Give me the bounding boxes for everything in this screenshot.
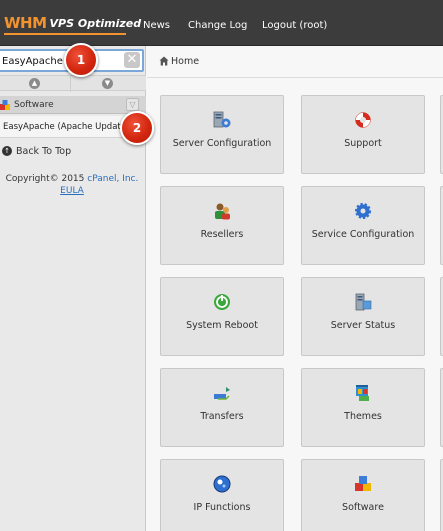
resellers-users-icon (215, 203, 230, 220)
tile-ip-functions[interactable]: IP Functions (160, 459, 284, 531)
chevron-down-icon: ▽ (129, 100, 136, 109)
nav-logout-link[interactable]: Logout (root) (262, 20, 327, 31)
eula-line: EULA (0, 186, 144, 196)
copyright-line: Copyright© 2015 cPanel, Inc. (0, 174, 144, 184)
eula-link[interactable]: EULA (60, 186, 84, 196)
tile-label: System Reboot (186, 320, 258, 331)
arrow-up-circle-icon: ↑ (2, 146, 12, 156)
transfers-icon (214, 387, 230, 400)
gear-icon (355, 203, 371, 219)
tile-label: IP Functions (193, 502, 251, 513)
sidebar-category-label: Software (14, 100, 54, 110)
tile-label: Server Configuration (172, 138, 272, 149)
tile-support[interactable]: Support (301, 95, 425, 174)
chevron-up-icon: ▲ (31, 79, 38, 87)
close-icon: ✕ (126, 52, 138, 67)
logo-whm-text: WHM (4, 14, 47, 32)
step-marker-1: 1 (64, 43, 98, 77)
support-lifebuoy-icon (355, 112, 371, 128)
step-marker-2: 2 (120, 111, 154, 145)
software-boxes-icon (355, 476, 371, 491)
tile-label: Server Status (330, 320, 396, 331)
back-to-top-label: Back To Top (16, 145, 72, 157)
home-icon (159, 56, 169, 66)
software-boxes-icon (0, 100, 10, 110)
divider (70, 76, 71, 92)
logo-underline (4, 33, 126, 35)
category-toggle[interactable]: ▽ (126, 98, 139, 111)
breadcrumb: Home (147, 46, 443, 78)
tile-label: Service Configuration (311, 229, 415, 240)
tile-software[interactable]: Software (301, 459, 425, 531)
tile-server-configuration[interactable]: Server Configuration (160, 95, 284, 174)
tile-server-status[interactable]: Server Status (301, 277, 425, 356)
sidebar-item-label: EasyApache (Apache Update) (3, 122, 130, 132)
server-configuration-icon (213, 111, 231, 128)
search-input[interactable] (2, 53, 122, 69)
themes-icon (356, 385, 369, 401)
server-status-icon (355, 293, 372, 311)
expand-collapse-row: ▲ ▼ (0, 75, 146, 92)
cpanel-link[interactable]: cPanel, Inc. (87, 174, 138, 184)
collapse-all-button[interactable]: ▲ (29, 78, 40, 89)
clear-search-button[interactable]: ✕ (124, 52, 140, 68)
tile-label: Software (342, 502, 384, 513)
tile-themes[interactable]: Themes (301, 368, 425, 447)
chevron-down-icon: ▼ (104, 79, 111, 87)
back-to-top-link[interactable]: ↑ Back To Top (2, 144, 71, 158)
tile-service-configuration[interactable]: Service Configuration (301, 186, 425, 265)
tile-label: Themes (344, 411, 382, 422)
whm-logo[interactable]: WHM VPS Optimized (4, 14, 141, 34)
tile-transfers[interactable]: Transfers (160, 368, 284, 447)
ip-network-icon (213, 475, 231, 493)
top-navigation-bar: WHM VPS Optimized News Change Log Logout… (0, 0, 443, 46)
breadcrumb-home[interactable]: Home (171, 56, 199, 67)
nav-news-link[interactable]: News (143, 20, 170, 31)
nav-change-log-link[interactable]: Change Log (188, 20, 247, 31)
tile-resellers[interactable]: Resellers (160, 186, 284, 265)
copyright-text: Copyright© 2015 (5, 174, 85, 184)
power-icon (214, 294, 230, 310)
expand-all-button[interactable]: ▼ (102, 78, 113, 89)
sidebar-category-software[interactable]: Software ▽ (0, 96, 146, 114)
logo-vps-text: VPS Optimized (49, 17, 142, 30)
tile-system-reboot[interactable]: System Reboot (160, 277, 284, 356)
tile-label: Resellers (200, 229, 244, 240)
tile-label: Support (344, 138, 382, 149)
tile-label: Transfers (200, 411, 244, 422)
